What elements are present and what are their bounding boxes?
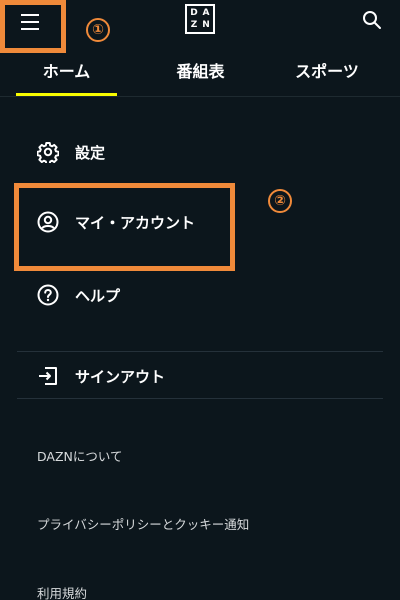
search-icon[interactable] xyxy=(361,9,383,31)
dazn-logo[interactable]: D A Z N xyxy=(185,4,215,34)
logo-letter-d: D xyxy=(190,7,198,18)
tab-home[interactable]: ホーム xyxy=(16,58,117,86)
tab-divider xyxy=(0,96,400,97)
annotation-number-2: ② xyxy=(268,189,292,213)
logo-letter-z: Z xyxy=(190,19,198,30)
question-circle-icon xyxy=(37,284,59,306)
tab-schedule[interactable]: 番組表 xyxy=(143,58,258,86)
menu-item-help[interactable]: ヘルプ xyxy=(37,282,120,308)
gear-icon xyxy=(37,141,59,163)
menu-divider xyxy=(17,398,383,399)
menu-item-label: サインアウト xyxy=(75,367,166,386)
annotation-box-menu xyxy=(0,0,66,53)
logo-letter-n: N xyxy=(202,19,210,30)
dazn-menu-screen: D A Z N ホーム 番組表 スポーツ 設定 マイ・アカウント ヘルプ サイン… xyxy=(0,0,400,600)
tab-sports[interactable]: スポーツ xyxy=(270,58,384,86)
menu-item-label: ヘルプ xyxy=(75,286,121,305)
link-terms-of-use[interactable]: 利用規約 xyxy=(37,583,87,600)
annotation-box-account xyxy=(14,183,235,271)
link-about-dazn[interactable]: DAZNについて xyxy=(37,446,123,465)
sign-out-icon xyxy=(37,365,59,387)
link-privacy-policy[interactable]: プライバシーポリシーとクッキー通知 xyxy=(37,514,249,533)
menu-item-sign-out[interactable]: サインアウト xyxy=(37,363,165,389)
menu-item-label: 設定 xyxy=(75,143,106,162)
annotation-number-1: ① xyxy=(86,18,110,42)
menu-item-settings[interactable]: 設定 xyxy=(37,139,105,165)
menu-divider xyxy=(17,351,383,352)
logo-letter-a: A xyxy=(202,7,210,18)
